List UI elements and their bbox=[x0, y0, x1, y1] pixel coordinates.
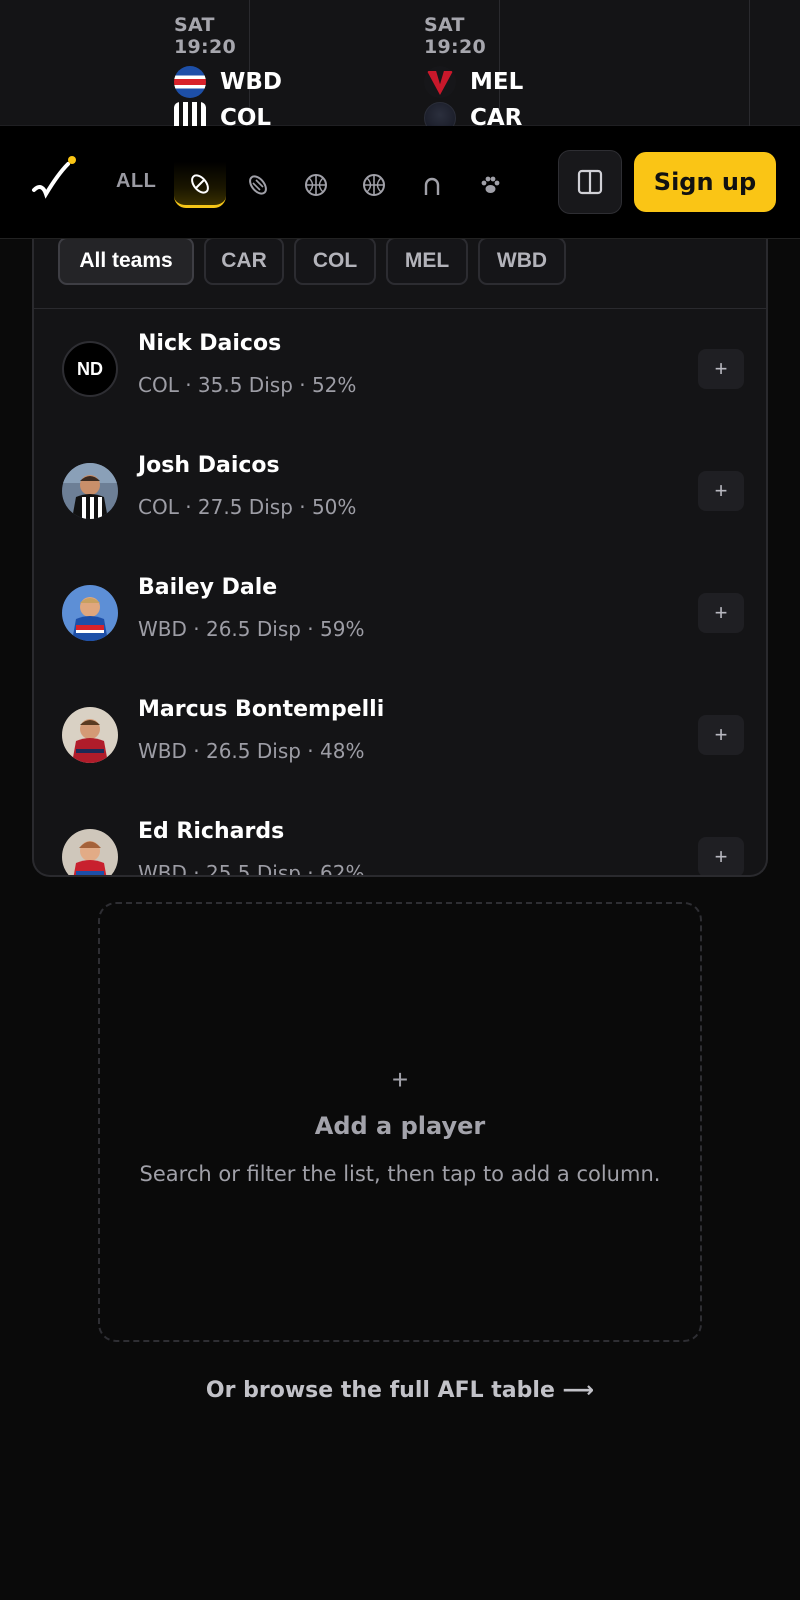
avatar bbox=[62, 463, 118, 519]
wbd-logo-icon bbox=[174, 66, 206, 98]
game-card[interactable]: SAT 19:20 WBD COL bbox=[0, 0, 282, 134]
avatar: ND bbox=[62, 341, 118, 397]
add-player-description: Search or filter the list, then tap to a… bbox=[139, 1162, 661, 1186]
add-player-title: Add a player bbox=[314, 1112, 486, 1140]
horseshoe-icon[interactable] bbox=[406, 162, 458, 208]
basketball-icon[interactable] bbox=[348, 162, 400, 208]
afl-football-icon[interactable] bbox=[174, 162, 226, 208]
team-line: WBD bbox=[174, 64, 282, 100]
basketball-icon[interactable] bbox=[290, 162, 342, 208]
add-player-card[interactable]: + Add a player Search or filter the list… bbox=[98, 902, 702, 1342]
browse-full-table-link[interactable]: Or browse the full AFL table ⟶ bbox=[0, 1378, 800, 1403]
sport-tab-all[interactable]: ALL bbox=[116, 170, 156, 193]
sign-up-button[interactable]: Sign up bbox=[634, 152, 776, 212]
player-name: Marcus Bontempelli bbox=[138, 697, 385, 722]
player-row[interactable]: Bailey Dale WBD · 26.5 Disp · 59% + bbox=[34, 553, 766, 675]
add-player-button[interactable]: + bbox=[698, 593, 744, 633]
plus-icon: + bbox=[391, 1064, 409, 1095]
rugby-ball-icon[interactable] bbox=[232, 162, 284, 208]
game-time: SAT 19:20 bbox=[424, 14, 486, 58]
avatar bbox=[62, 829, 118, 875]
player-meta: COL · 27.5 Disp · 50% bbox=[138, 495, 357, 519]
avatar bbox=[62, 707, 118, 763]
mel-logo-icon bbox=[424, 66, 456, 98]
player-name: Nick Daicos bbox=[138, 331, 282, 356]
add-player-button[interactable]: + bbox=[698, 349, 744, 389]
filter-chip-mel[interactable]: MEL bbox=[386, 239, 468, 285]
avatar bbox=[62, 585, 118, 641]
add-player-button[interactable]: + bbox=[698, 837, 744, 875]
player-row[interactable]: Josh Daicos COL · 27.5 Disp · 50% + bbox=[34, 431, 766, 553]
player-meta: WBD · 25.5 Disp · 62% bbox=[138, 861, 365, 877]
game-card-empty bbox=[500, 0, 750, 126]
game-time: SAT 19:20 bbox=[174, 14, 236, 58]
filter-chip-wbd[interactable]: WBD bbox=[478, 239, 566, 285]
scores-strip: SAT 19:20 WBD COL SAT 19:20 MEL CAR bbox=[0, 0, 800, 134]
add-player-button[interactable]: + bbox=[698, 471, 744, 511]
player-row[interactable]: ND Nick Daicos COL · 35.5 Disp · 52% + bbox=[34, 309, 766, 431]
player-meta: COL · 35.5 Disp · 52% bbox=[138, 373, 357, 397]
player-name: Ed Richards bbox=[138, 819, 285, 844]
player-list-panel: All teams CAR COL MEL WBD ND Nick Daicos… bbox=[32, 239, 768, 877]
filter-chip-car[interactable]: CAR bbox=[204, 239, 284, 285]
player-meta: WBD · 26.5 Disp · 48% bbox=[138, 739, 365, 763]
player-row[interactable]: Marcus Bontempelli WBD · 26.5 Disp · 48%… bbox=[34, 675, 766, 797]
player-name: Josh Daicos bbox=[138, 453, 280, 478]
top-nav: ALL Sign up bbox=[0, 126, 800, 239]
brand-logo-icon[interactable] bbox=[30, 154, 80, 204]
paw-icon[interactable] bbox=[464, 162, 516, 208]
game-card[interactable]: SAT 19:20 MEL CAR bbox=[250, 0, 523, 134]
columns-icon bbox=[577, 169, 603, 195]
split-layout-button[interactable] bbox=[558, 150, 622, 214]
add-player-button[interactable]: + bbox=[698, 715, 744, 755]
filter-chip-col[interactable]: COL bbox=[294, 239, 376, 285]
player-name: Bailey Dale bbox=[138, 575, 278, 600]
filter-chip-all-teams[interactable]: All teams bbox=[58, 239, 194, 285]
player-row[interactable]: Ed Richards WBD · 25.5 Disp · 62% + bbox=[34, 797, 766, 877]
player-meta: WBD · 26.5 Disp · 59% bbox=[138, 617, 365, 641]
team-line: MEL bbox=[424, 64, 523, 100]
team-filter-bar: All teams CAR COL MEL WBD bbox=[34, 239, 766, 309]
